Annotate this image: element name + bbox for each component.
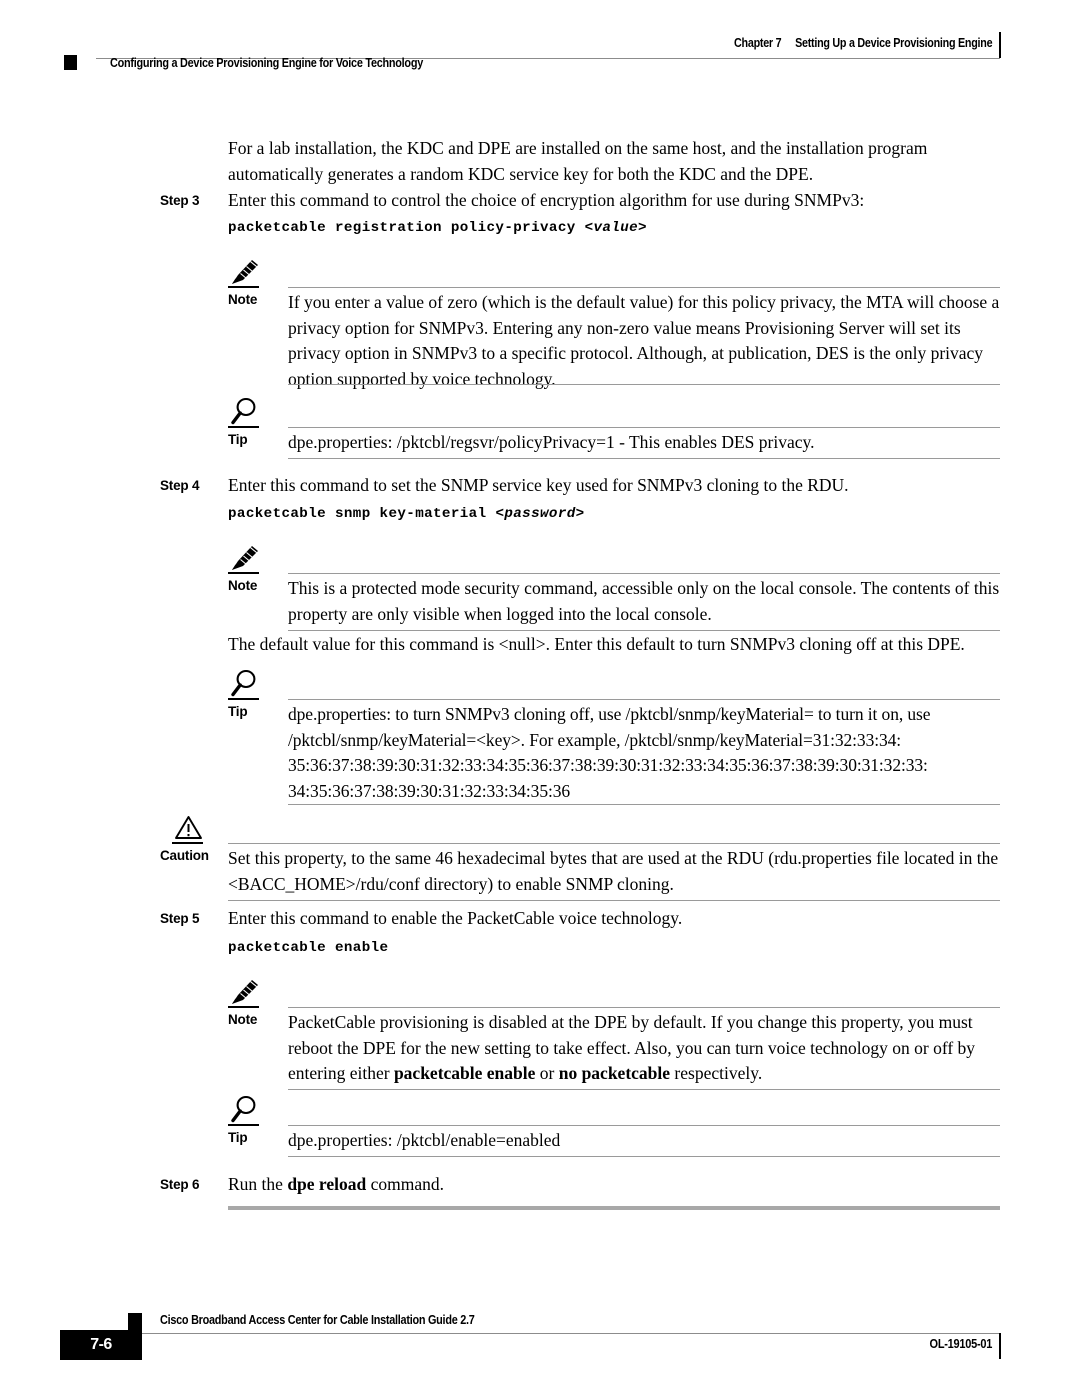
step-6-text: Run the dpe reload command. xyxy=(228,1172,1000,1198)
footer-doc-id: OL-19105-01 xyxy=(929,1337,992,1351)
step-4-command: packetcable snmp key-material <password> xyxy=(228,506,585,522)
step-5-command: packetcable enable xyxy=(228,940,389,956)
step-5-text: Enter this command to enable the PacketC… xyxy=(228,908,683,928)
step-3-command-arg: <value> xyxy=(584,220,647,236)
step-3-command: packetcable registration policy-privacy … xyxy=(228,220,647,236)
footer-divider xyxy=(142,1333,1000,1334)
step-4-text: Enter this command to set the SNMP servi… xyxy=(228,475,849,495)
note-3-text-part-3: respectively. xyxy=(670,1063,763,1083)
content-bottom-divider xyxy=(228,1206,1000,1210)
footer-bullet-marker-icon xyxy=(128,1313,142,1330)
caution-rule-top xyxy=(228,843,1000,844)
tip-rule-bottom-2 xyxy=(288,804,1000,805)
pencil-icon xyxy=(228,542,262,574)
intro-paragraph: For a lab installation, the KDC and DPE … xyxy=(228,138,928,184)
tip-rule-top-3 xyxy=(288,1125,1000,1126)
default-value-paragraph: The default value for this command is <n… xyxy=(228,634,965,654)
tip-body-3: dpe.properties: /pktcbl/enable=enabled xyxy=(288,1130,561,1150)
note-icon-underline-3 xyxy=(228,1006,259,1008)
note-body-3: PacketCable provisioning is disabled at … xyxy=(288,1010,1000,1087)
note-rule-bottom-1 xyxy=(288,384,1000,385)
header-bullet-marker-icon xyxy=(64,55,77,70)
tip-icon-underline-3 xyxy=(228,1124,259,1126)
step-6-label: Step 6 xyxy=(160,1177,200,1192)
tip-rule-bottom-3 xyxy=(288,1156,1000,1157)
note-label-3: Note xyxy=(228,1012,258,1027)
note-label-2: Note xyxy=(228,578,258,593)
caution-body: Set this property, to the same 46 hexade… xyxy=(228,848,999,894)
note-rule-top-1 xyxy=(288,287,1000,288)
step-6-text-part-1: Run the xyxy=(228,1174,288,1194)
tip-label-1: Tip xyxy=(228,432,248,447)
note-rule-bottom-3 xyxy=(288,1089,1000,1090)
header-section-title: Configuring a Device Provisioning Engine… xyxy=(110,56,423,70)
header-edge-tick xyxy=(999,32,1001,58)
magnifier-icon xyxy=(228,668,262,700)
tip-rule-top-1 xyxy=(288,427,1000,428)
tip-body-2: dpe.properties: to turn SNMPv3 cloning o… xyxy=(288,702,1018,804)
step-4-label: Step 4 xyxy=(160,478,200,493)
note-icon-underline-1 xyxy=(228,286,259,288)
pencil-icon xyxy=(228,256,262,288)
step-3-command-name: packetcable registration policy-privacy xyxy=(228,220,576,236)
footer-edge-tick xyxy=(999,1333,1001,1359)
tip-2-line-2: /pktcbl/snmp/keyMaterial=<key>. For exam… xyxy=(288,729,902,750)
step-3-text: Enter this command to control the choice… xyxy=(228,190,865,210)
note-rule-bottom-2 xyxy=(288,630,1000,631)
caution-rule-bottom xyxy=(228,900,1000,901)
magnifier-icon xyxy=(228,396,262,428)
page-header: Chapter 7 Setting Up a Device Provisionin… xyxy=(0,0,1080,96)
footer-page-number: 7-6 xyxy=(90,1336,112,1353)
note-3-bold-2: no packetcable xyxy=(558,1063,671,1083)
header-chapter-number: Chapter 7 xyxy=(733,36,782,50)
header-chapter-title: Setting Up a Device Provisioning Engine xyxy=(794,36,992,50)
magnifier-icon xyxy=(228,1094,262,1126)
step-3-label: Step 3 xyxy=(160,193,200,208)
footer-guide-title: Cisco Broadband Access Center for Cable … xyxy=(160,1313,475,1327)
header-chapter-info: Chapter 7 Setting Up a Device Provisionin… xyxy=(733,36,993,50)
warning-triangle-icon xyxy=(172,812,206,844)
caution-icon-underline xyxy=(172,842,203,844)
tip-rule-top-2 xyxy=(288,699,1000,700)
note-label-1: Note xyxy=(228,292,258,307)
tip-2-line-1: dpe.properties: to turn SNMPv3 cloning o… xyxy=(288,704,931,724)
tip-label-3: Tip xyxy=(228,1130,248,1145)
step-6-bold-1: dpe reload xyxy=(287,1174,367,1194)
step-4-command-name: packetcable snmp key-material xyxy=(228,506,487,522)
step-6-text-part-2: command. xyxy=(366,1174,444,1194)
note-3-text-part-2: or xyxy=(535,1063,559,1083)
note-body-2: This is a protected mode security comman… xyxy=(288,578,1000,624)
note-icon-underline-2 xyxy=(228,572,259,574)
step-5-label: Step 5 xyxy=(160,911,200,926)
tip-label-2: Tip xyxy=(228,704,248,719)
note-rule-top-3 xyxy=(288,1007,1000,1008)
note-3-bold-1: packetcable enable xyxy=(393,1063,536,1083)
tip-2-line-3: 35:36:37:38:39:30:31:32:33:34:35:36:37:3… xyxy=(288,755,928,775)
pencil-icon xyxy=(228,976,262,1008)
tip-icon-underline-2 xyxy=(228,698,259,700)
note-body-1: If you enter a value of zero (which is t… xyxy=(288,292,1000,389)
tip-2-line-4: 34:35:36:37:38:39:30:31:32:33:34:35:36 xyxy=(288,780,571,801)
tip-rule-bottom-1 xyxy=(288,458,1000,459)
note-rule-top-2 xyxy=(288,573,1000,574)
tip-icon-underline-1 xyxy=(228,426,259,428)
caution-label: Caution xyxy=(160,848,209,863)
tip-body-1: dpe.properties: /pktcbl/regsvr/policyPri… xyxy=(288,432,815,452)
step-4-command-arg: <password> xyxy=(495,506,585,522)
